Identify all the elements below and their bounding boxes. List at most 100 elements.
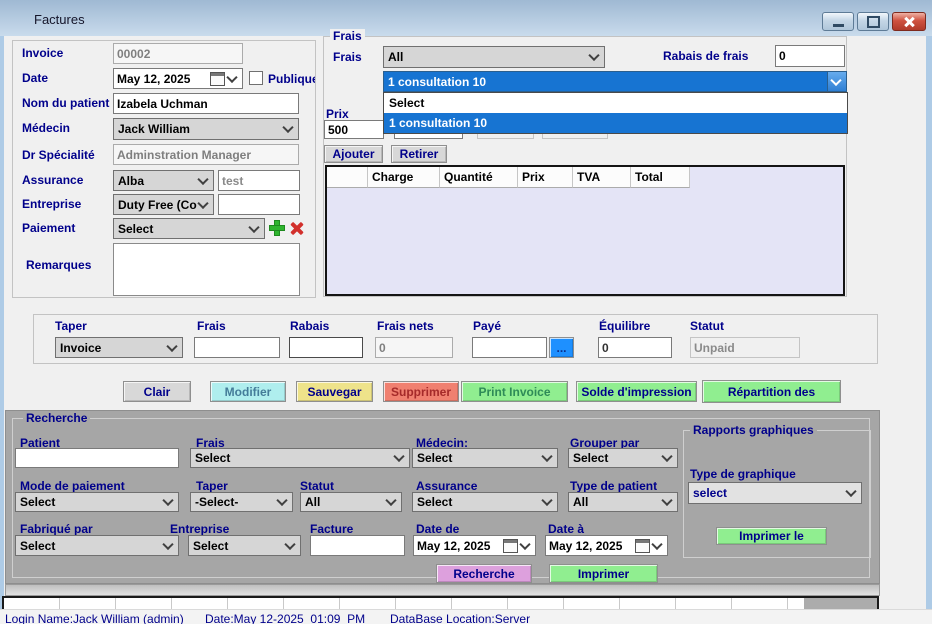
taper-combo[interactable]: Invoice — [55, 337, 183, 358]
search-fabrique-combo[interactable]: Select — [15, 535, 179, 556]
remarks-textarea[interactable] — [113, 243, 300, 296]
supprimer-button[interactable]: Supprimer — [383, 381, 459, 402]
search-grouper-value: Select — [573, 452, 608, 464]
imprimer-le-button[interactable]: Imprimer le — [716, 527, 827, 545]
payment-label: Paiement — [22, 221, 75, 235]
solde-impression-button[interactable]: Solde d'impression — [576, 381, 697, 402]
grid-col-quantite: Quantité — [440, 167, 518, 188]
frais-group-title: Frais — [330, 29, 365, 43]
search-frais-value: Select — [195, 452, 230, 464]
insurance-label: Assurance — [22, 173, 83, 187]
rabais-frais-field[interactable]: 0 — [775, 45, 845, 67]
type-graphique-label: Type de graphique — [690, 467, 796, 481]
search-patient-field[interactable] — [15, 448, 179, 468]
search-assurance-combo[interactable]: Select — [412, 492, 558, 512]
close-button[interactable] — [892, 12, 926, 31]
ajouter-button[interactable]: Ajouter — [324, 145, 383, 163]
minimize-button[interactable] — [822, 12, 854, 31]
search-statut-value: All — [305, 496, 320, 508]
search-date-de-label: Date de — [416, 522, 459, 536]
maximize-button[interactable] — [857, 12, 889, 31]
search-medecin-combo[interactable]: Select — [412, 448, 558, 468]
search-statut-combo[interactable]: All — [300, 492, 402, 512]
specialty-field[interactable]: Adminstration Manager — [113, 144, 299, 165]
search-assurance-value: Select — [417, 496, 452, 508]
search-fabrique-value: Select — [20, 540, 55, 552]
patient-name-field[interactable]: Izabela Uchman — [113, 93, 299, 114]
status-date: Date:May 12-2025 01:09 PM — [205, 612, 365, 624]
add-icon[interactable] — [269, 220, 285, 236]
invoice-number-field[interactable]: 00002 — [113, 43, 243, 64]
chevron-down-icon — [226, 71, 237, 82]
statut-label: Statut — [690, 319, 724, 333]
chevron-down-icon — [661, 451, 672, 462]
status-database: DataBase Location:Server — [390, 612, 530, 624]
chevron-down-icon — [393, 451, 404, 462]
chevron-down-icon — [162, 495, 173, 506]
search-type-patient-label: Type de patient — [570, 479, 657, 493]
search-frais-combo[interactable]: Select — [190, 448, 410, 468]
type-graphique-combo[interactable]: select — [688, 482, 862, 504]
clair-button[interactable]: Clair — [123, 381, 191, 402]
search-date-a-picker[interactable]: May 12, 2025 — [545, 535, 668, 556]
search-fabrique-label: Fabriqué par — [20, 522, 93, 536]
doctor-combo[interactable]: Jack William — [113, 118, 299, 140]
results-grid-header[interactable] — [2, 596, 879, 609]
search-mode-combo[interactable]: Select — [15, 492, 179, 512]
chevron-down-icon — [845, 486, 856, 497]
popup-item-consultation[interactable]: 1 consultation 10 — [384, 113, 847, 133]
insurance-combo[interactable]: Alba — [113, 170, 214, 191]
search-facture-field[interactable] — [310, 535, 405, 556]
insurance-text-field[interactable]: test — [218, 170, 300, 191]
summary-frais-label: Frais — [197, 319, 226, 333]
retirer-button[interactable]: Retirer — [391, 145, 447, 163]
frais-nets-field[interactable]: 0 — [375, 337, 453, 358]
publique-checkbox[interactable] — [249, 71, 263, 85]
summary-frais-field[interactable] — [194, 337, 280, 358]
search-date-de-picker[interactable]: May 12, 2025 — [413, 535, 536, 556]
chevron-down-icon — [166, 340, 177, 351]
chevron-down-icon — [197, 197, 208, 208]
horizontal-scrollbar[interactable] — [5, 584, 880, 596]
charges-grid[interactable]: Charge Quantité Prix TVA Total — [325, 165, 845, 296]
company-text-field[interactable] — [218, 194, 300, 215]
search-type-patient-value: All — [573, 496, 588, 508]
chevron-down-icon — [282, 122, 293, 133]
company-value: Duty Free (Co — [118, 199, 197, 211]
recherche-title: Recherche — [23, 411, 90, 425]
company-combo[interactable]: Duty Free (Co — [113, 194, 214, 215]
delete-icon[interactable] — [289, 221, 304, 236]
results-grid-filler — [804, 598, 877, 609]
sauvegar-button[interactable]: Sauvegar — [296, 381, 373, 402]
search-grouper-combo[interactable]: Select — [568, 448, 678, 468]
equilibre-field[interactable]: 0 — [598, 337, 672, 358]
print-invoice-button[interactable]: Print Invoice — [461, 381, 568, 402]
invoice-date-picker[interactable]: May 12, 2025 — [113, 68, 243, 89]
summary-rabais-field[interactable] — [289, 337, 363, 358]
prix-label: Prix — [326, 107, 349, 121]
paye-field[interactable] — [472, 337, 547, 358]
payment-value: Select — [118, 223, 153, 235]
dropdown-button[interactable] — [827, 72, 846, 91]
grid-col-selector — [327, 167, 368, 188]
paye-dots-button[interactable]: ... — [549, 337, 574, 358]
search-taper-combo[interactable]: -Select- — [190, 492, 293, 512]
statut-field[interactable]: Unpaid — [690, 337, 800, 358]
search-type-patient-combo[interactable]: All — [568, 492, 678, 512]
repartition-button[interactable]: Répartition des — [702, 380, 841, 403]
payment-combo[interactable]: Select — [113, 218, 265, 239]
prix-field[interactable]: 500 — [324, 120, 384, 139]
search-entreprise-combo[interactable]: Select — [188, 535, 301, 556]
taper-value: Invoice — [60, 342, 101, 354]
calendar-icon — [210, 72, 225, 86]
chevron-down-icon — [588, 50, 599, 61]
recherche-button[interactable]: Recherche — [436, 564, 532, 583]
date-label: Date — [22, 71, 48, 85]
charge-combo-open[interactable]: 1 consultation 10 — [383, 71, 847, 92]
search-taper-label: Taper — [196, 479, 228, 493]
patient-name-label: Nom du patient — [22, 96, 109, 110]
popup-item-select[interactable]: Select — [384, 93, 847, 113]
imprimer-button[interactable]: Imprimer — [549, 564, 658, 583]
modifier-button[interactable]: Modifier — [210, 381, 286, 402]
frais-filter-combo[interactable]: All — [383, 46, 605, 68]
